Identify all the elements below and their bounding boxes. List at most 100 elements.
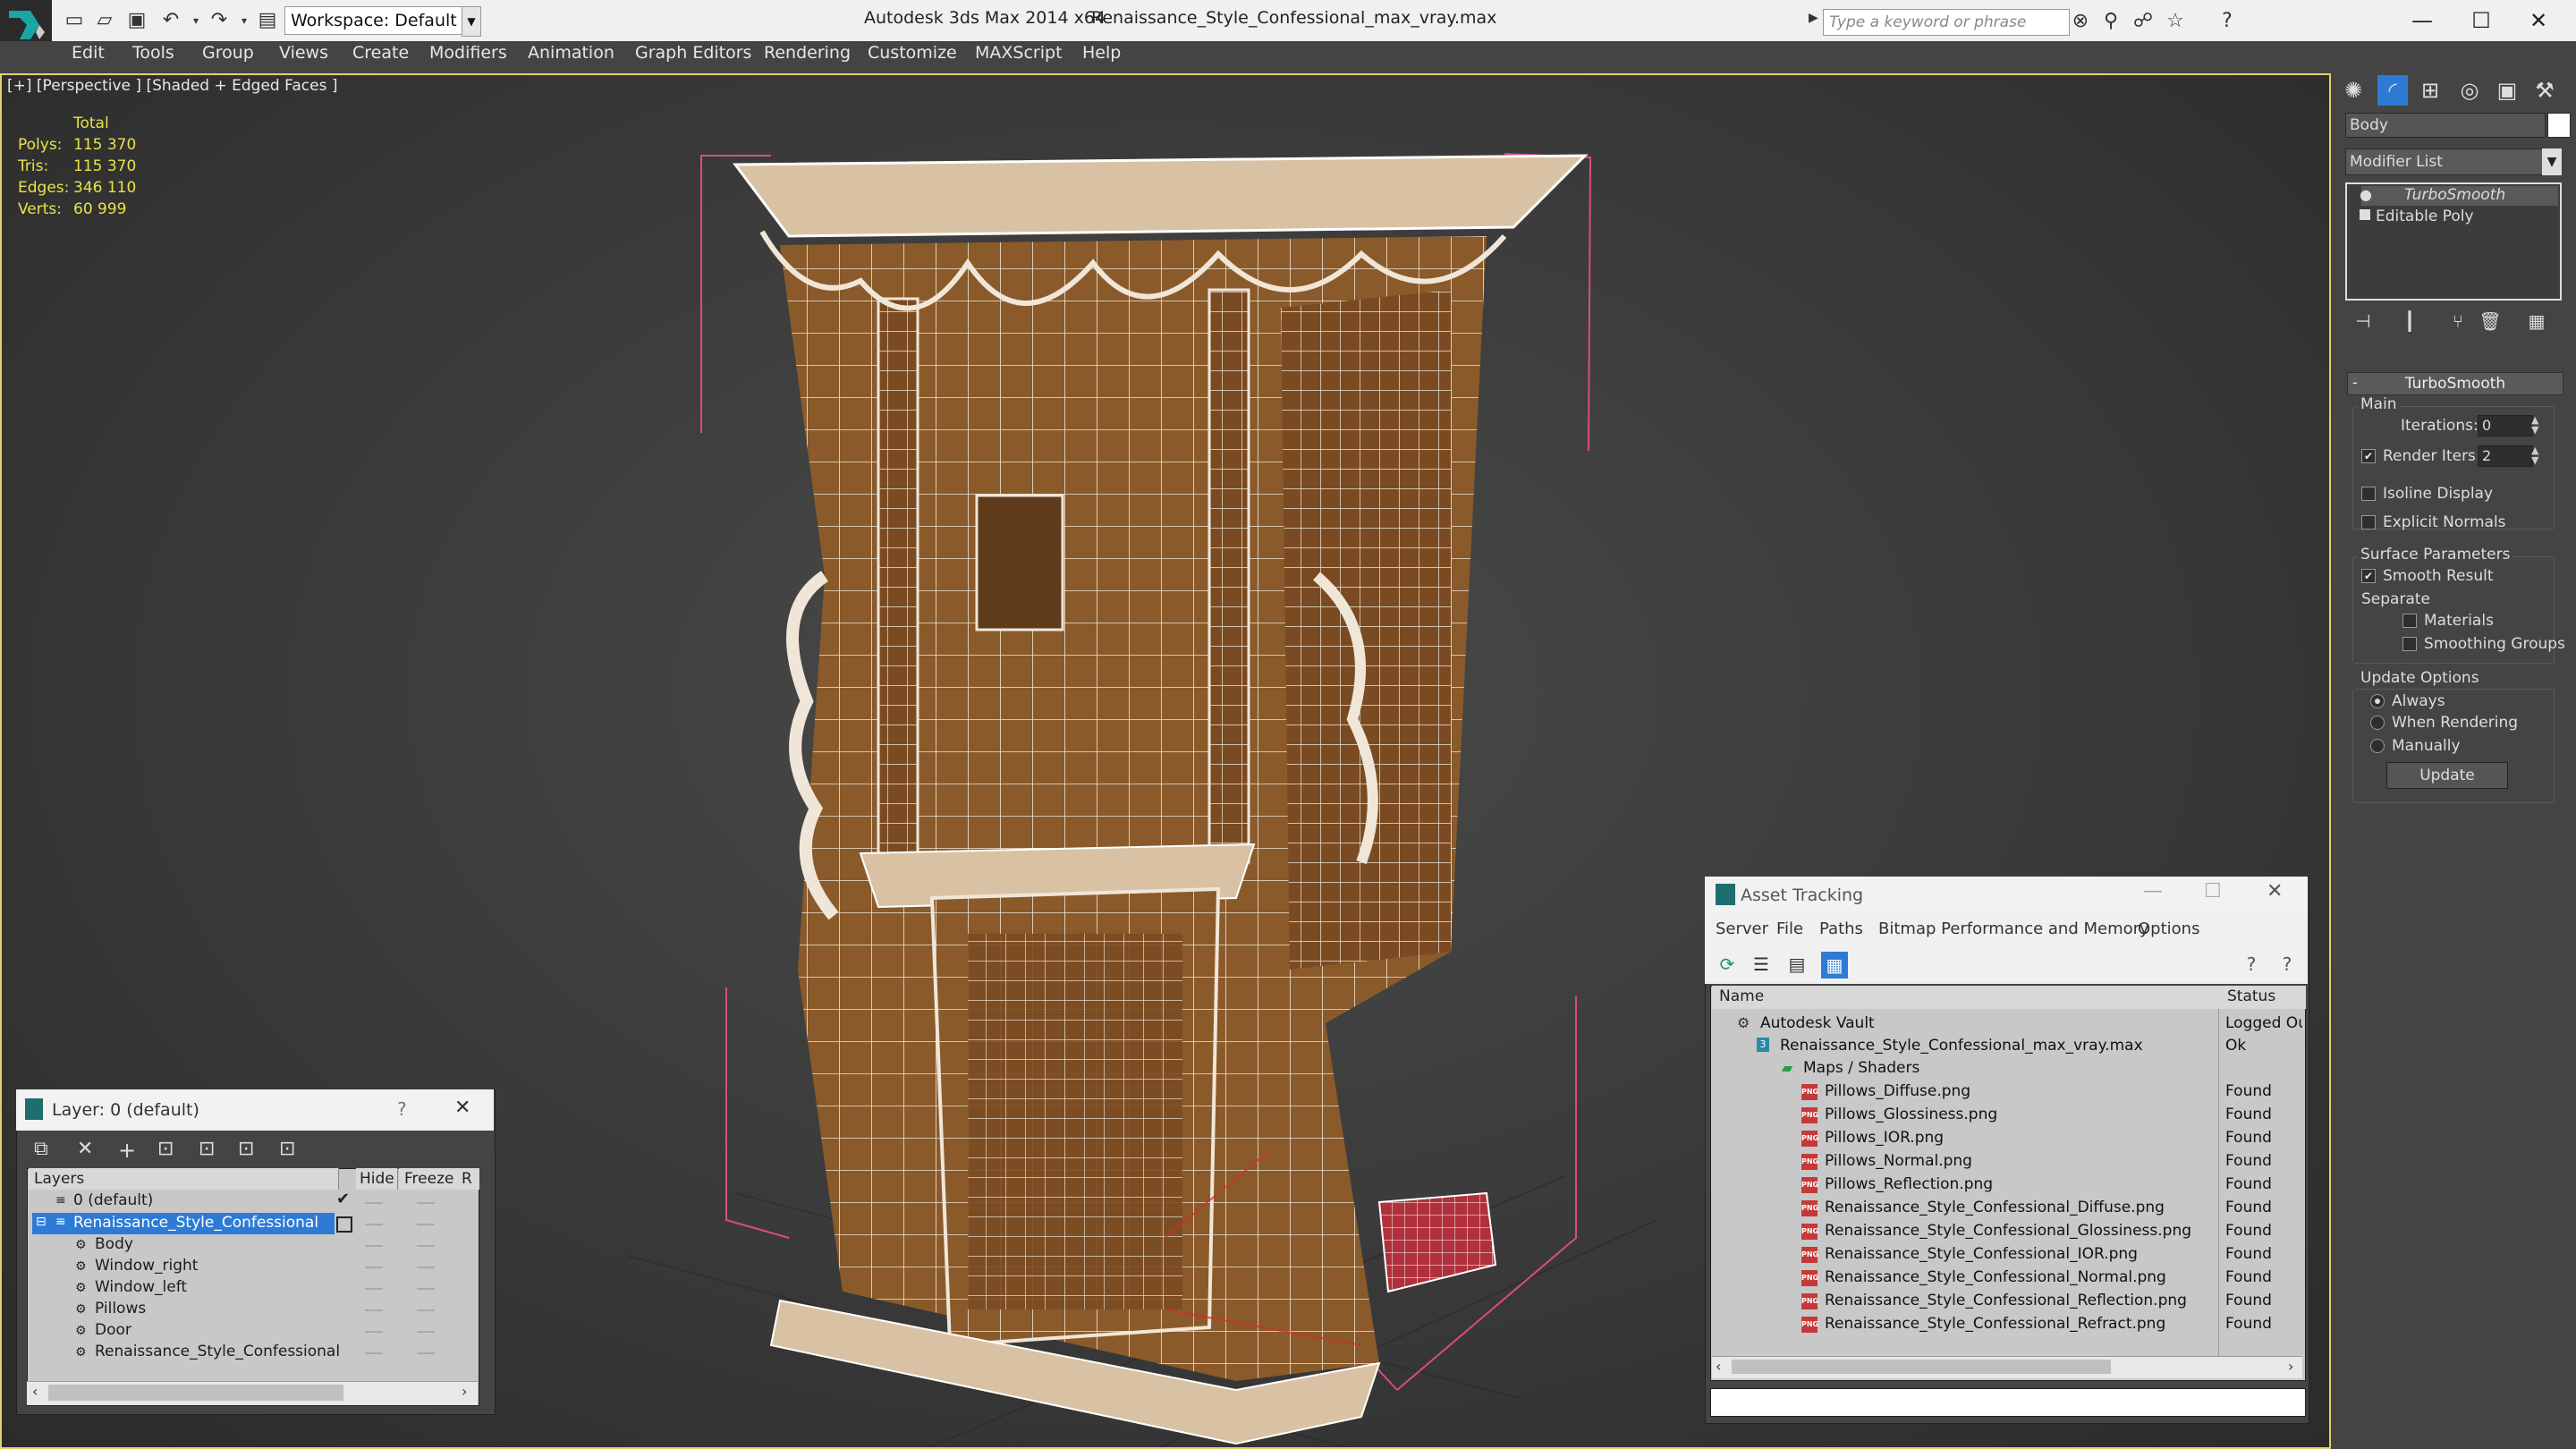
asset-row-png[interactable]: Pillows_Reflection.png [1825, 1175, 1993, 1193]
undo-icon[interactable]: ↶ [159, 9, 182, 32]
render-iters-checkbox[interactable]: ✔ [2361, 449, 2376, 463]
options-help-icon[interactable]: ? [2275, 953, 2299, 977]
asset-row-png[interactable]: Pillows_Diffuse.png [1825, 1082, 1970, 1100]
asset-row-png[interactable]: Pillows_Normal.png [1825, 1152, 1972, 1170]
menu-create[interactable]: Create [352, 43, 409, 63]
lightbulb-icon[interactable]: ● [2360, 186, 2372, 203]
make-current-icon[interactable] [336, 1216, 352, 1233]
chevron-down-icon[interactable]: ▼ [462, 6, 481, 37]
scroll-right-icon[interactable]: › [462, 1383, 467, 1400]
minimize-icon[interactable]: — [2395, 4, 2449, 38]
layer-object-row[interactable]: Window_left [95, 1278, 187, 1296]
object-color-swatch[interactable] [2547, 113, 2571, 138]
chevron-down-icon[interactable]: ▼ [2542, 148, 2562, 175]
spinner-arrows-icon[interactable]: ▲ ▼ [2531, 415, 2538, 435]
always-radio[interactable] [2370, 694, 2385, 708]
asset-row-png[interactable]: Renaissance_Style_Confessional_Reflectio… [1825, 1292, 2187, 1309]
help-icon[interactable]: ? [2215, 9, 2240, 34]
asset-row-png[interactable]: Renaissance_Style_Confessional_Normal.pn… [1825, 1268, 2166, 1286]
isoline-display-checkbox[interactable] [2361, 487, 2376, 501]
object-name-field[interactable]: Body [2345, 113, 2546, 138]
freeze-toggle[interactable] [417, 1224, 435, 1225]
stack-item-turbosmooth[interactable]: TurboSmooth [2404, 186, 2505, 204]
help-icon[interactable]: ? [2240, 953, 2263, 977]
menu-edit[interactable]: Edit [72, 43, 105, 63]
menu-file[interactable]: File [1776, 919, 1803, 938]
asset-row-vault[interactable]: Autodesk Vault [1760, 1014, 1875, 1032]
layer-object-row[interactable]: Door [95, 1321, 131, 1339]
hide-toggle[interactable] [365, 1331, 383, 1333]
menu-help[interactable]: Help [1082, 43, 1121, 63]
redo-dropdown-icon[interactable]: ▾ [233, 9, 256, 32]
render-iters-spinner[interactable]: 2 [2478, 445, 2533, 467]
collapse-icon[interactable]: ⊟ [36, 1215, 47, 1229]
project-folder-icon[interactable]: ▤ [256, 9, 279, 32]
layer-object-row[interactable]: Pillows [95, 1300, 146, 1318]
scrollbar-thumb[interactable] [48, 1385, 343, 1401]
close-icon[interactable]: ✕ [2267, 880, 2283, 902]
freeze-toggle[interactable] [417, 1331, 435, 1333]
explicit-normals-checkbox[interactable] [2361, 515, 2376, 530]
freeze-toggle[interactable] [417, 1288, 435, 1290]
menu-graph-editors[interactable]: Graph Editors [635, 43, 751, 63]
rollout-collapse-icon[interactable]: - [2352, 374, 2358, 391]
save-icon[interactable]: ▣ [125, 9, 148, 32]
column-freeze[interactable]: Freeze [399, 1168, 459, 1190]
create-tab-icon[interactable]: ✺ [2338, 75, 2368, 106]
asset-row-max-file[interactable]: Renaissance_Style_Confessional_max_vray.… [1780, 1037, 2143, 1055]
turbosmooth-rollout-header[interactable]: TurboSmooth [2347, 372, 2563, 395]
column-render[interactable]: R [458, 1168, 479, 1190]
scroll-right-icon[interactable]: › [2288, 1358, 2293, 1375]
menu-modifiers[interactable]: Modifiers [429, 43, 507, 63]
modify-tab-icon[interactable]: ◜ [2377, 75, 2408, 106]
asset-row-png[interactable]: Renaissance_Style_Confessional_Refract.p… [1825, 1315, 2165, 1333]
smooth-result-checkbox[interactable]: ✔ [2361, 569, 2376, 583]
layer-object-row[interactable]: Window_right [95, 1257, 198, 1275]
hide-toggle[interactable] [365, 1267, 383, 1268]
search-expand-icon[interactable]: ▶ [1809, 11, 1821, 30]
table-view-icon[interactable]: ▦ [1821, 952, 1848, 979]
make-unique-icon[interactable]: ⑂ [2445, 308, 2470, 335]
asset-row-maps[interactable]: Maps / Shaders [1803, 1059, 1919, 1077]
when-rendering-radio[interactable] [2370, 716, 2385, 730]
favorites-star-icon[interactable]: ☆ [2163, 9, 2188, 34]
undo-dropdown-icon[interactable]: ▾ [184, 9, 208, 32]
menu-customize[interactable]: Customize [868, 43, 957, 63]
column-status[interactable]: Status [2224, 986, 2306, 1009]
open-file-icon[interactable]: ▱ [93, 9, 116, 32]
freeze-toggle[interactable] [417, 1352, 435, 1354]
menu-animation[interactable]: Animation [528, 43, 614, 63]
hide-toggle[interactable] [365, 1245, 383, 1247]
manually-radio[interactable] [2370, 739, 2385, 753]
freeze-toggle[interactable] [417, 1267, 435, 1268]
pin-stack-icon[interactable]: ⊣ [2351, 308, 2376, 335]
modifier-list-dropdown[interactable]: Modifier List [2345, 148, 2553, 175]
close-icon[interactable]: ✕ [454, 1097, 470, 1119]
update-button[interactable]: Update [2386, 762, 2508, 789]
scroll-left-icon[interactable]: ‹ [1716, 1358, 1721, 1375]
freeze-all-icon[interactable]: ⊡ [279, 1138, 295, 1160]
hide-toggle[interactable] [365, 1352, 383, 1354]
layer-row[interactable]: Renaissance_Style_Confessional [73, 1214, 318, 1232]
hide-toggle[interactable] [365, 1202, 383, 1204]
menu-bitmap-performance[interactable]: Bitmap Performance and Memory [1878, 919, 2149, 938]
menu-maxscript[interactable]: MAXScript [975, 43, 1063, 63]
hide-toggle[interactable] [365, 1309, 383, 1311]
menu-rendering[interactable]: Rendering [764, 43, 851, 63]
list-view-icon[interactable]: ☰ [1750, 953, 1773, 977]
maximize-icon[interactable]: ☐ [2454, 4, 2508, 38]
search-input[interactable]: Type a keyword or phrase [1823, 9, 2070, 36]
iterations-spinner[interactable]: 0 [2478, 415, 2533, 436]
column-hide[interactable]: Hide [356, 1168, 398, 1190]
remove-modifier-icon[interactable]: 🗑 [2478, 308, 2503, 335]
hide-toggle[interactable] [365, 1288, 383, 1290]
menu-options[interactable]: Options [2138, 919, 2199, 938]
smoothing-groups-checkbox[interactable] [2402, 637, 2417, 651]
materials-checkbox[interactable] [2402, 614, 2417, 628]
asset-path-field[interactable] [1710, 1388, 2306, 1417]
freeze-toggle[interactable] [417, 1309, 435, 1311]
asset-row-png[interactable]: Pillows_IOR.png [1825, 1129, 1944, 1147]
menu-group[interactable]: Group [202, 43, 254, 63]
column-layers[interactable]: Layers [29, 1168, 339, 1190]
new-file-icon[interactable]: ▭ [63, 9, 86, 32]
